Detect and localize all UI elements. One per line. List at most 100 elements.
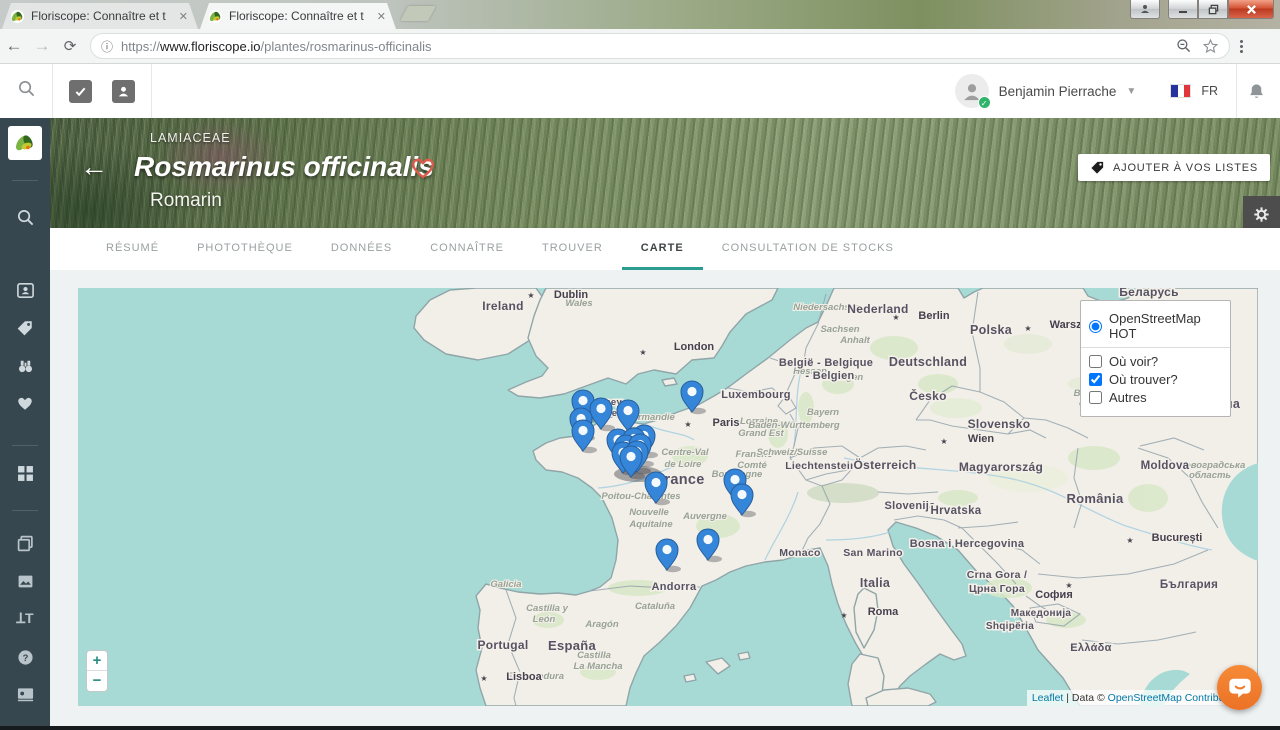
checkbox-o-voir-[interactable] [1089, 355, 1102, 368]
leaflet-map[interactable]: WalesNormandieCentre-Valde LoireLorraine… [78, 288, 1258, 706]
checkbox-o-trouver-[interactable] [1089, 373, 1102, 386]
tab-donn-es[interactable]: DONNÉES [312, 228, 411, 270]
app-top-bar: ✓ Benjamin Pierrache ▼ FR [0, 64, 1280, 118]
sidebar-tag-icon[interactable] [0, 319, 50, 342]
sidebar-binoculars-icon[interactable] [0, 357, 50, 381]
restore-button[interactable] [1198, 0, 1228, 19]
svg-text:?: ? [22, 653, 28, 664]
map-label: Shqipëria [986, 621, 1034, 632]
add-to-lists-button[interactable]: AJOUTER À VOS LISTES [1078, 154, 1270, 181]
chat-bubble-icon [1227, 675, 1253, 701]
map-label: Bayern [807, 407, 839, 418]
close-button[interactable] [1228, 0, 1274, 19]
tasks-icon[interactable] [69, 80, 92, 103]
map-label: Baden-Württemberg [748, 420, 840, 431]
map-label: Auvergne [682, 511, 728, 522]
sidebar-typography-icon[interactable]: ꓕT [0, 610, 50, 627]
map-label: Polska [970, 323, 1013, 337]
profile-window-button[interactable] [1130, 0, 1160, 19]
tab-trouver[interactable]: TROUVER [523, 228, 622, 270]
map-label: Aragón [584, 619, 618, 630]
user-name[interactable]: Benjamin Pierrache [999, 84, 1117, 99]
map-label: de Loire [665, 459, 703, 470]
map-label: Andorra [652, 581, 697, 593]
tab-phototh-que[interactable]: PHOTOTHÈQUE [178, 228, 312, 270]
back-arrow[interactable]: ← [80, 151, 108, 183]
layer-control[interactable]: OpenStreetMap HOT Où voir? Où trouver? Autr… [1080, 300, 1231, 417]
chevron-down-icon[interactable]: ▼ [1126, 86, 1136, 97]
url-text[interactable]: https://www.floriscope.io/plantes/rosmar… [121, 39, 1176, 54]
tab-conna-tre[interactable]: CONNAÎTRE [411, 228, 523, 270]
favorite-heart-icon[interactable] [410, 156, 436, 180]
sidebar-heart-icon[interactable] [0, 395, 50, 417]
tab-r-sum-[interactable]: RÉSUMÉ [87, 228, 178, 270]
map-label: Wien [968, 433, 994, 445]
leaflet-link[interactable]: Leaflet [1032, 692, 1064, 704]
map-label: Deutschland [889, 355, 967, 369]
map-label: Ελλάδα [1070, 642, 1111, 654]
map-label: Liechtenstein [785, 460, 857, 472]
layer-option[interactable]: Autres [1089, 390, 1222, 405]
sidebar-grid-icon[interactable] [0, 465, 50, 487]
browser-menu-icon[interactable] [1240, 40, 1243, 53]
zoom-out-button[interactable]: − [87, 671, 107, 691]
map-label: Bosna i Hercegovina [910, 538, 1025, 550]
sidebar-help-icon[interactable]: ? [0, 649, 50, 671]
language-label[interactable]: FR [1201, 84, 1218, 98]
back-icon[interactable]: ← [0, 36, 28, 56]
forward-icon[interactable]: → [28, 36, 56, 56]
browser-titlebar: Floriscope: Connaître et t ✕ Floriscope:… [0, 0, 1280, 29]
zoom-in-button[interactable]: + [87, 651, 107, 671]
city-star-icon: ★ [940, 437, 947, 446]
map-label: Македонија [1011, 608, 1072, 619]
floriscope-logo[interactable] [8, 126, 42, 160]
map-label: Moldova [1141, 460, 1190, 472]
floriscope-favicon [10, 9, 25, 24]
checkbox-autres[interactable] [1089, 391, 1102, 404]
map-label: Slovenija [885, 500, 937, 512]
browser-tab-1[interactable]: Floriscope: Connaître et t ✕ [2, 3, 198, 29]
tab-close-icon[interactable]: ✕ [375, 10, 388, 23]
zoom-indicator-icon[interactable] [1176, 38, 1192, 54]
notifications-bell-icon[interactable] [1247, 82, 1266, 101]
contacts-icon[interactable] [112, 80, 135, 103]
settings-gear-button[interactable] [1243, 196, 1280, 232]
sidebar-search-icon[interactable] [0, 208, 50, 232]
sidebar-image-icon[interactable] [0, 573, 50, 595]
tab-title: Floriscope: Connaître et t [31, 9, 171, 23]
bookmark-star-icon[interactable] [1202, 38, 1219, 55]
sidebar-media-icon[interactable] [0, 687, 50, 707]
new-tab-button[interactable] [400, 6, 436, 21]
map-label: Berlin [918, 310, 949, 322]
map-label: España [548, 638, 597, 653]
layer-option[interactable]: OpenStreetMap HOT [1089, 311, 1222, 341]
map-label: Galicia [490, 579, 521, 590]
url-bar[interactable]: ⓘ https://www.floriscope.io/plantes/rosm… [90, 33, 1230, 59]
reload-icon[interactable]: ⟳ [56, 37, 84, 55]
page-info-icon[interactable]: ⓘ [101, 38, 113, 55]
online-badge: ✓ [978, 96, 991, 109]
tab-close-icon[interactable]: ✕ [177, 10, 190, 23]
map-label: Dublin [554, 289, 588, 301]
chat-widget-button[interactable] [1217, 665, 1262, 710]
map-label: Monaco [779, 547, 820, 559]
zoom-control[interactable]: + − [86, 650, 108, 692]
layer-option[interactable]: Où trouver? [1089, 372, 1222, 387]
map-label: London [674, 341, 715, 353]
map-label: Lisboa [506, 671, 542, 683]
browser-tab-2-active[interactable]: Floriscope: Connaître et t ✕ [200, 3, 396, 29]
radio-openstreetmap-hot[interactable] [1089, 320, 1102, 333]
minimize-button[interactable] [1168, 0, 1198, 19]
tab-consultation-de-stocks[interactable]: CONSULTATION DE STOCKS [703, 228, 913, 270]
map-label: San Marino [843, 547, 903, 559]
map-label: Hrvatska [931, 505, 982, 517]
search-icon[interactable] [17, 79, 36, 98]
layer-option[interactable]: Où voir? [1089, 354, 1222, 369]
sidebar-contact-card-icon[interactable] [0, 281, 50, 305]
map-label: România [1066, 491, 1123, 506]
user-avatar[interactable]: ✓ [955, 74, 989, 108]
browser-toolbar: ← → ⟳ ⓘ https://www.floriscope.io/plante… [0, 29, 1280, 64]
tab-carte[interactable]: CARTE [622, 228, 703, 270]
french-flag-icon[interactable] [1170, 84, 1191, 98]
sidebar-collections-icon[interactable] [0, 535, 50, 557]
